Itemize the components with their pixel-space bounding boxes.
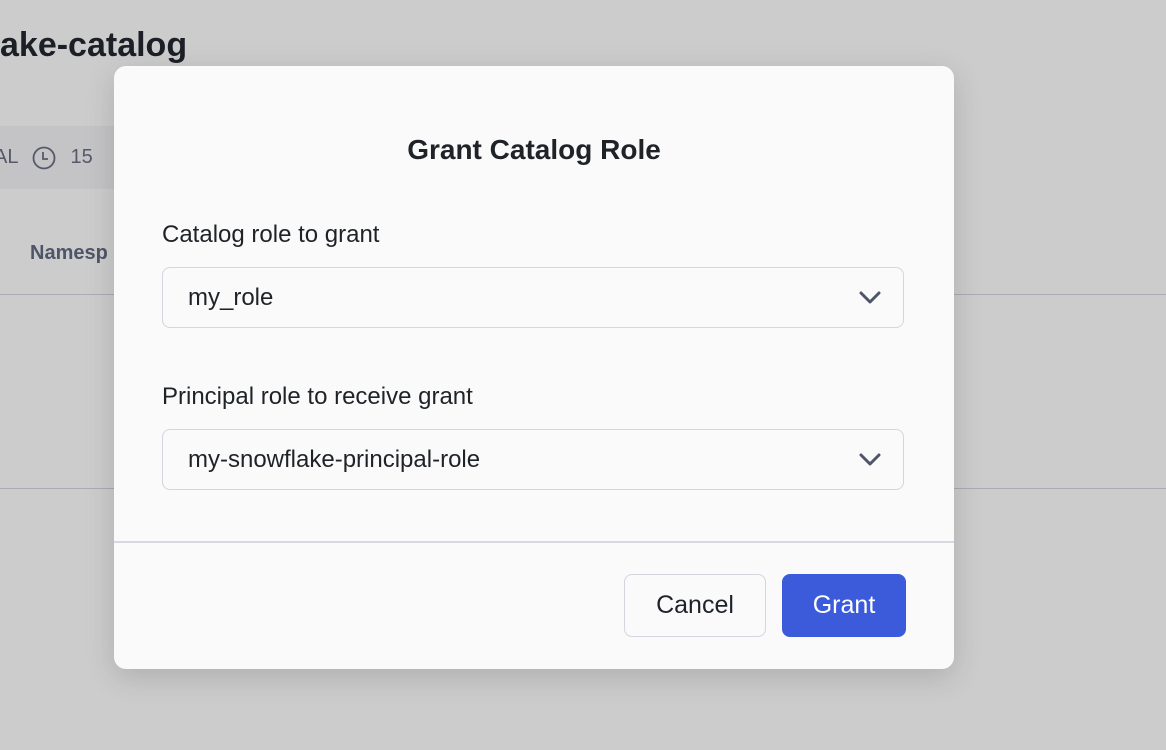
grant-catalog-role-dialog: Grant Catalog Role Catalog role to grant…: [114, 66, 954, 669]
dialog-title: Grant Catalog Role: [407, 134, 661, 165]
dialog-divider: [114, 541, 954, 543]
chevron-down-icon: [859, 453, 881, 465]
meta-text: AL: [0, 146, 19, 168]
chevron-down-icon: [859, 291, 881, 303]
cancel-button[interactable]: Cancel: [624, 574, 766, 637]
catalog-meta: AL 15: [0, 126, 130, 189]
grant-button[interactable]: Grant: [782, 574, 906, 637]
principal-role-select[interactable]: my-snowflake-principal-role: [162, 429, 904, 490]
catalog-role-select[interactable]: my_role: [162, 267, 904, 328]
catalog-role-label: Catalog role to grant: [162, 221, 380, 248]
catalog-role-value: my_role: [188, 283, 274, 311]
column-header-namespace: Namesp: [30, 242, 108, 264]
principal-role-value: my-snowflake-principal-role: [188, 445, 481, 473]
clock-icon: [33, 146, 56, 169]
page-title: ake-catalog: [0, 26, 188, 64]
principal-role-label: Principal role to receive grant: [162, 383, 473, 410]
meta-count: 15: [70, 146, 93, 168]
